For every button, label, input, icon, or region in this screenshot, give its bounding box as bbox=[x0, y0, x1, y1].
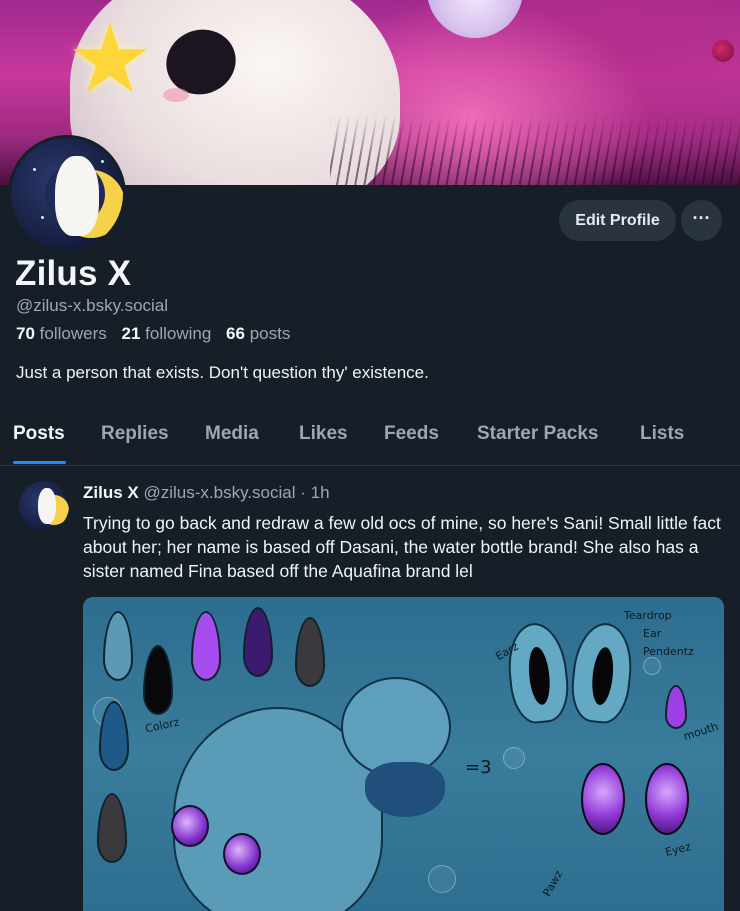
banner-moon bbox=[427, 0, 523, 38]
edit-profile-button[interactable]: Edit Profile bbox=[559, 200, 676, 241]
color-swatch-drop bbox=[143, 645, 173, 715]
tab-posts[interactable]: Posts bbox=[13, 423, 65, 445]
mouth-swatch bbox=[665, 685, 687, 729]
sketch-big-eye-right bbox=[645, 763, 689, 835]
post-time[interactable]: 1h bbox=[311, 483, 330, 502]
sketch-ear-left bbox=[503, 620, 573, 726]
tab-starter-packs[interactable]: Starter Packs bbox=[477, 423, 598, 445]
followers-link[interactable]: 70 followers bbox=[16, 324, 107, 343]
following-link[interactable]: 21 following bbox=[121, 324, 211, 343]
sketch-eye-left bbox=[171, 805, 209, 847]
tab-likes[interactable]: Likes bbox=[299, 423, 348, 445]
image-label-pawz: Pawz bbox=[540, 868, 566, 899]
posts-count: 66 bbox=[226, 324, 245, 343]
active-tab-indicator bbox=[13, 461, 66, 464]
posts-stat: 66 posts bbox=[226, 324, 290, 343]
post-header: Zilus X @zilus-x.bsky.social · 1h bbox=[83, 483, 330, 503]
post-author-handle[interactable]: @zilus-x.bsky.social bbox=[143, 483, 295, 502]
avatar-star-dot bbox=[41, 216, 44, 219]
color-swatch-drop bbox=[97, 793, 127, 863]
post-author-name[interactable]: Zilus X bbox=[83, 483, 139, 502]
image-bubble bbox=[428, 865, 456, 893]
post-separator: · bbox=[300, 483, 306, 502]
posts-label: posts bbox=[249, 324, 291, 343]
post-author-avatar[interactable] bbox=[19, 481, 69, 531]
following-count: 21 bbox=[121, 324, 141, 343]
image-label-eyez: Eyez bbox=[663, 840, 693, 859]
banner-grass bbox=[330, 115, 740, 185]
color-swatch-drop bbox=[243, 607, 273, 677]
star-icon: ★ bbox=[66, 6, 154, 113]
color-swatch-drop bbox=[191, 611, 221, 681]
image-label-face: =3 bbox=[465, 757, 492, 778]
following-label: following bbox=[145, 324, 212, 343]
sketch-ear-right bbox=[567, 620, 637, 726]
avatar-star-dot bbox=[33, 168, 36, 171]
ellipsis-icon: ··· bbox=[692, 208, 711, 228]
avatar-figure bbox=[38, 488, 56, 524]
post-text: Trying to go back and redraw a few old o… bbox=[83, 513, 721, 581]
image-label-ear: Ear bbox=[643, 627, 662, 640]
sketch-eye-right bbox=[223, 833, 261, 875]
banner-orb bbox=[712, 40, 734, 62]
profile-bio: Just a person that exists. Don't questio… bbox=[16, 363, 429, 382]
more-options-button[interactable]: ··· bbox=[681, 200, 722, 241]
avatar-star-dot bbox=[101, 160, 104, 163]
post-image[interactable]: Colorz =3 Earz Teardrop Ear Pendentz mou… bbox=[83, 597, 724, 911]
image-label-pendentz: Pendentz bbox=[643, 645, 694, 658]
tab-feeds[interactable]: Feeds bbox=[384, 423, 439, 445]
tab-media[interactable]: Media bbox=[205, 423, 259, 445]
sketch-big-eye-left bbox=[581, 763, 625, 835]
image-bubble bbox=[643, 657, 661, 675]
tab-replies[interactable]: Replies bbox=[101, 423, 169, 445]
profile-tabs: Posts Replies Media Likes Feeds Starter … bbox=[0, 412, 740, 466]
image-bubble bbox=[503, 747, 525, 769]
profile-stats: 70 followers 21 following 66 posts bbox=[16, 324, 290, 344]
color-swatch-drop bbox=[99, 701, 129, 771]
avatar-figure bbox=[55, 156, 99, 236]
followers-count: 70 bbox=[16, 324, 35, 343]
image-label-colorz: Colorz bbox=[144, 715, 181, 736]
color-swatch-drop bbox=[295, 617, 325, 687]
color-swatch-drop bbox=[103, 611, 133, 681]
profile-handle: @zilus-x.bsky.social bbox=[16, 296, 169, 315]
profile-avatar[interactable] bbox=[8, 135, 126, 253]
image-label-teardrop: Teardrop bbox=[624, 609, 672, 622]
chibi-body bbox=[365, 762, 445, 817]
image-label-mouth: mouth bbox=[681, 719, 720, 744]
banner-creature-blush bbox=[163, 88, 189, 102]
followers-label: followers bbox=[39, 324, 107, 343]
profile-display-name: Zilus X bbox=[15, 254, 132, 293]
tab-lists[interactable]: Lists bbox=[640, 423, 684, 445]
